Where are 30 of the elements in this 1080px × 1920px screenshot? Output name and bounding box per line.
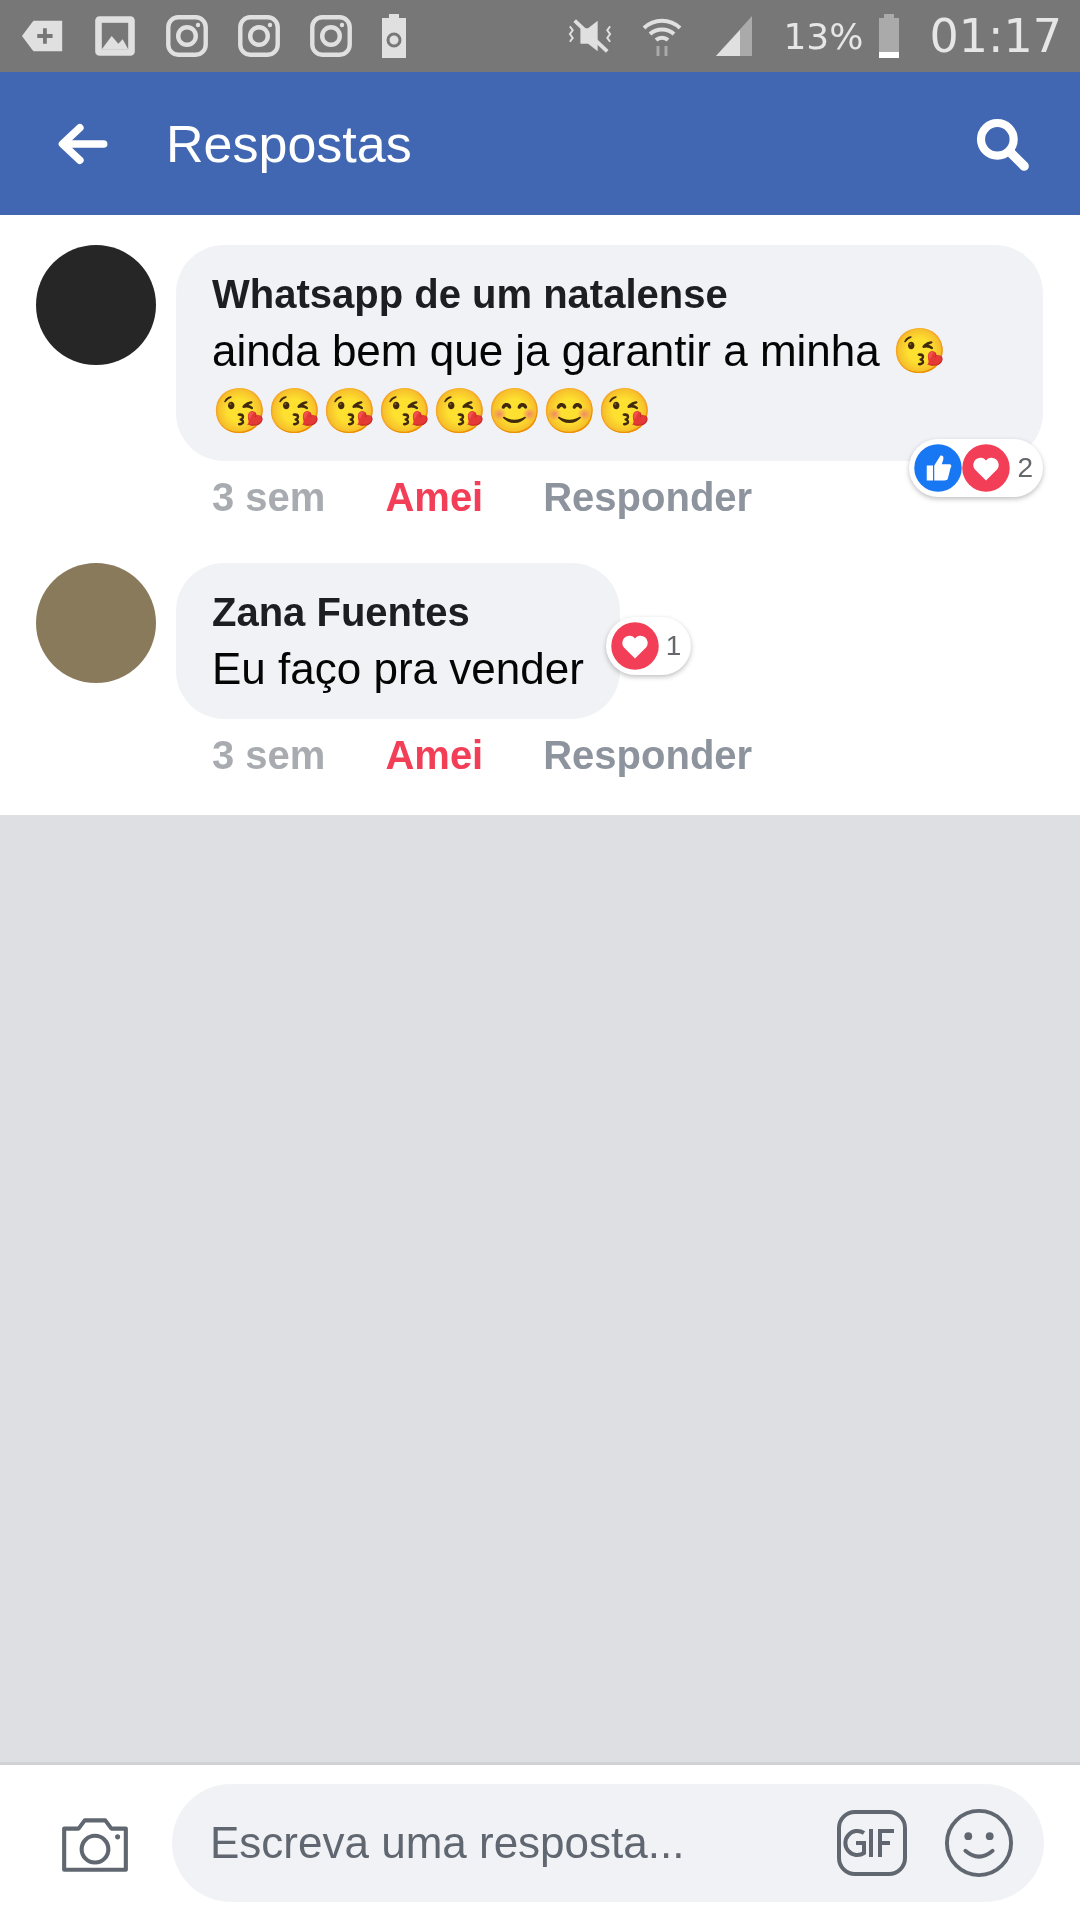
comment-age: 3 sem	[212, 474, 326, 521]
smiley-icon[interactable]	[944, 1807, 1014, 1878]
react-link[interactable]: Amei	[385, 725, 484, 785]
reply-input-pill[interactable]: Escreva uma resposta...	[172, 1783, 1044, 1902]
reaction-count: 1	[665, 630, 682, 662]
screen-title: Respostas	[166, 113, 413, 174]
battery-recycle-icon	[380, 14, 408, 58]
gif-icon[interactable]	[836, 1808, 908, 1877]
clock-time: 01:17	[929, 9, 1062, 63]
image-icon	[92, 14, 138, 58]
reply-input-field[interactable]: Escreva uma resposta...	[208, 1816, 800, 1869]
like-reaction-icon	[913, 443, 964, 493]
reaction-summary[interactable]: 2	[909, 439, 1043, 497]
comment-age: 3 sem	[212, 732, 326, 779]
heart-reaction-icon	[961, 443, 1012, 493]
camera-outline-icon	[236, 14, 282, 58]
battery-percent: 13%	[783, 15, 864, 57]
reply-link[interactable]: Responder	[543, 725, 753, 785]
heart-reaction-icon	[609, 621, 660, 671]
comment-text: ainda bem que ja garantir a minha 😘 😘😘😘😘😘😊😊😘	[212, 325, 948, 437]
back-arrow-icon[interactable]	[56, 121, 108, 166]
comment-text: Eu faço pra vender	[212, 643, 584, 695]
camera-outline-icon	[308, 14, 354, 58]
camera-outline-icon	[164, 14, 210, 58]
react-link[interactable]: Amei	[385, 467, 484, 527]
author-name[interactable]: Whatsapp de um natalense	[212, 267, 1007, 321]
author-name[interactable]: Zana Fuentes	[212, 585, 584, 639]
reaction-count: 2	[1017, 452, 1033, 484]
reaction-summary[interactable]: 1	[605, 617, 692, 675]
reply-link[interactable]: Responder	[543, 467, 753, 527]
